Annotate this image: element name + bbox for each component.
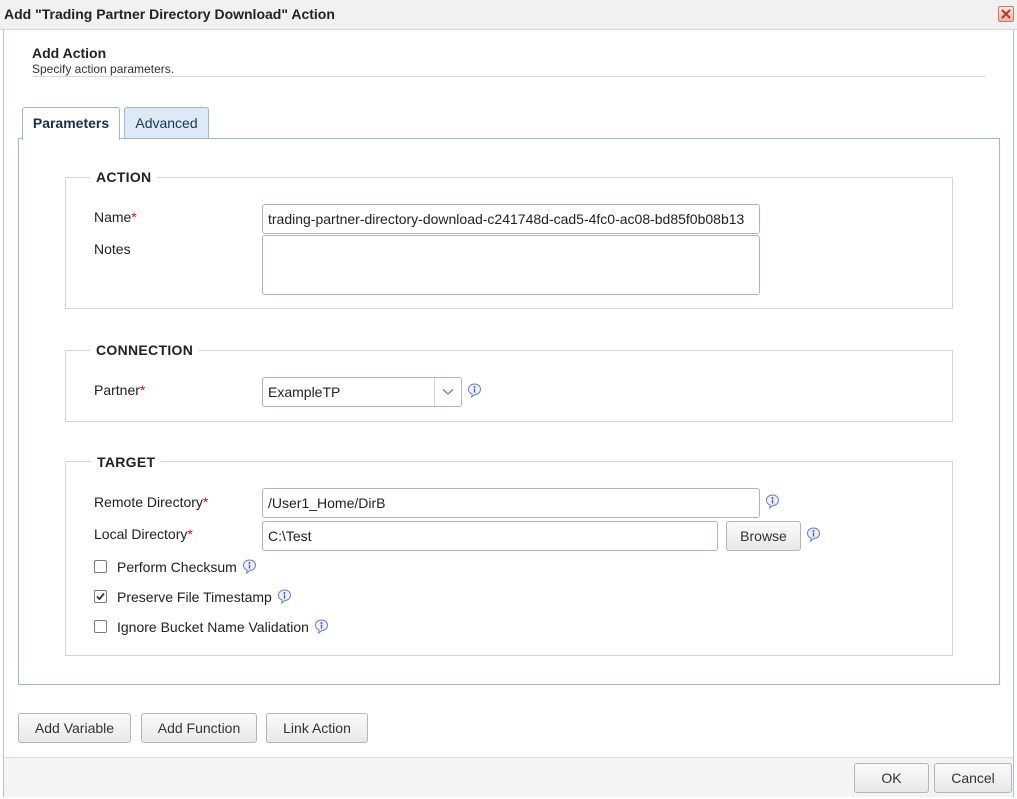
- required-marker: *: [202, 494, 209, 510]
- partner-select-value: ExampleTP: [268, 384, 341, 400]
- connection-fieldset: [65, 350, 953, 422]
- name-input[interactable]: trading-partner-directory-download-c2417…: [262, 204, 760, 234]
- partner-select-toggle[interactable]: [434, 378, 461, 406]
- link-action-button[interactable]: Link Action: [266, 713, 368, 743]
- local-directory-label: Local Directory*: [94, 526, 193, 542]
- notes-textarea[interactable]: [262, 235, 760, 295]
- target-legend: TARGET: [91, 454, 162, 470]
- notes-label: Notes: [94, 241, 131, 257]
- partner-label-text: Partner: [94, 382, 140, 398]
- add-variable-button[interactable]: Add Variable: [18, 713, 131, 743]
- required-marker: *: [187, 526, 193, 542]
- info-icon[interactable]: [242, 559, 257, 574]
- add-function-button[interactable]: Add Function: [141, 713, 257, 743]
- connection-legend: CONNECTION: [90, 342, 200, 358]
- section-subtitle: Specify action parameters.: [32, 62, 175, 76]
- remote-directory-label-text: Remote Directory: [94, 494, 203, 510]
- partner-label: Partner*: [94, 382, 145, 398]
- info-icon[interactable]: [765, 494, 780, 509]
- ignore-bucket-name-validation-checkbox[interactable]: [94, 620, 107, 633]
- tab-advanced[interactable]: Advanced: [124, 107, 209, 139]
- ignore-bucket-name-validation-label: Ignore Bucket Name Validation: [117, 619, 309, 635]
- section-title: Add Action: [32, 45, 107, 61]
- required-marker: *: [139, 382, 146, 398]
- name-label: Name*: [94, 209, 137, 225]
- local-directory-label-text: Local Directory: [94, 526, 188, 542]
- tab-parameters[interactable]: Parameters: [22, 107, 120, 140]
- action-legend: ACTION: [90, 169, 158, 185]
- info-icon[interactable]: [277, 589, 292, 604]
- dialog-title: Add "Trading Partner Directory Download"…: [4, 6, 335, 22]
- remote-directory-input[interactable]: /User1_Home/DirB: [262, 488, 760, 518]
- ok-button[interactable]: OK: [854, 763, 929, 793]
- info-icon[interactable]: [467, 383, 482, 398]
- preserve-file-timestamp-label: Preserve File Timestamp: [117, 589, 272, 605]
- remote-directory-label: Remote Directory*: [94, 494, 208, 510]
- close-icon: [1001, 9, 1011, 19]
- required-marker: *: [131, 209, 137, 225]
- name-label-text: Name: [94, 209, 132, 225]
- info-icon[interactable]: [314, 619, 329, 634]
- partner-select[interactable]: ExampleTP: [262, 377, 462, 407]
- checkmark-icon: [96, 592, 105, 601]
- preserve-file-timestamp-checkbox[interactable]: [94, 590, 107, 603]
- perform-checksum-label: Perform Checksum: [117, 559, 237, 575]
- close-button[interactable]: [998, 6, 1014, 22]
- cancel-button[interactable]: Cancel: [934, 763, 1012, 793]
- browse-button[interactable]: Browse: [726, 521, 801, 551]
- perform-checksum-checkbox[interactable]: [94, 560, 107, 573]
- info-icon[interactable]: [806, 527, 821, 542]
- local-directory-input[interactable]: C:\Test: [262, 521, 718, 551]
- chevron-down-icon: [442, 388, 454, 396]
- dialog-titlebar: Add "Trading Partner Directory Download"…: [0, 0, 1017, 30]
- header-divider: [32, 76, 986, 77]
